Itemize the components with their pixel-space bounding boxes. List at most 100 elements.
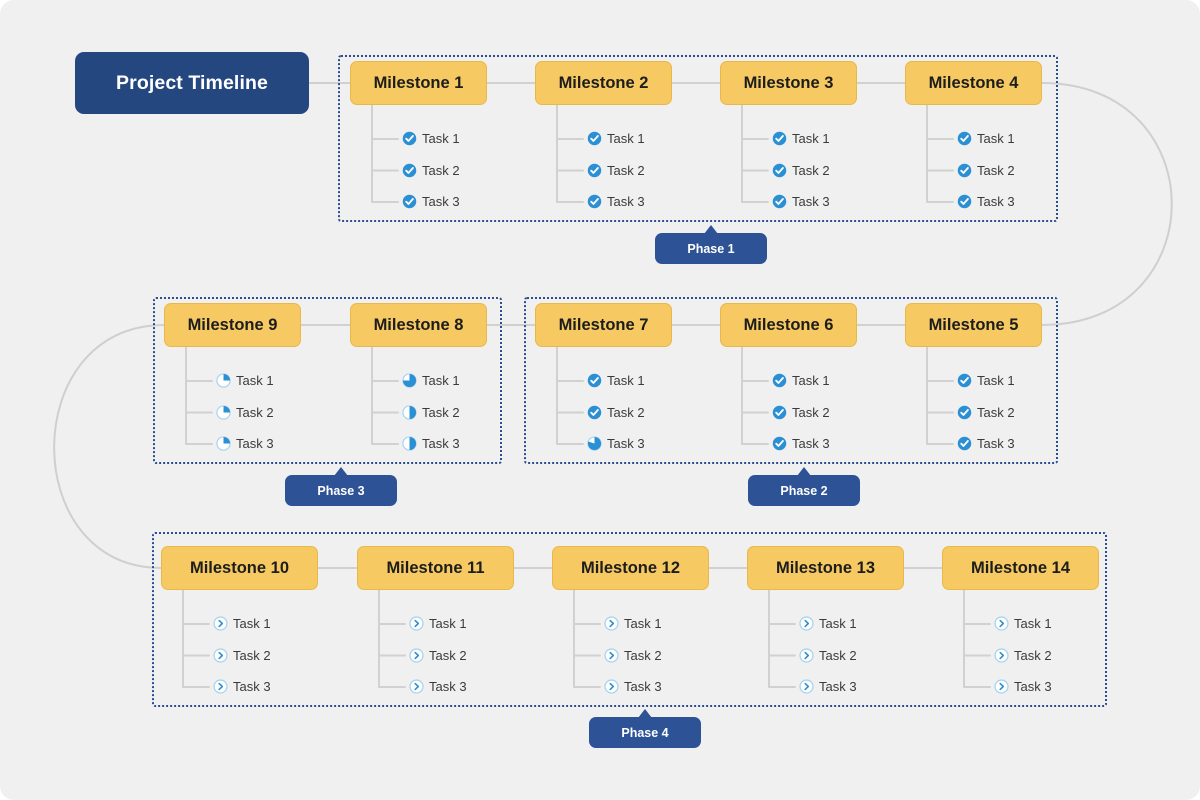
chevron-right-circle-icon (604, 616, 619, 631)
task-item[interactable]: Task 2 (402, 405, 460, 420)
task-item[interactable]: Task 3 (772, 436, 830, 451)
milestone-node[interactable]: Milestone 3 (720, 61, 857, 105)
pie-progress-icon (587, 436, 602, 451)
task-item[interactable]: Task 2 (409, 648, 467, 663)
task-item[interactable]: Task 3 (799, 679, 857, 694)
task-item[interactable]: Task 2 (994, 648, 1052, 663)
task-item[interactable]: Task 2 (587, 163, 645, 178)
root-title-node[interactable]: Project Timeline (75, 52, 309, 114)
task-label: Task 3 (607, 194, 645, 209)
pie-progress-icon (216, 436, 231, 451)
task-item[interactable]: Task 3 (213, 679, 271, 694)
check-circle-icon (957, 131, 972, 146)
task-label: Task 2 (607, 162, 645, 178)
task-item[interactable]: Task 3 (409, 679, 467, 694)
task-item[interactable]: Task 1 (957, 131, 1015, 146)
task-item[interactable]: Task 3 (587, 194, 645, 209)
check-circle-icon (772, 131, 787, 146)
task-item[interactable]: Task 1 (604, 616, 662, 631)
task-label: Task 1 (792, 131, 830, 146)
phase-badge-phase-1[interactable]: Phase 1 (655, 225, 767, 264)
milestone-label: Milestone 2 (558, 73, 649, 92)
task-label: Task 1 (422, 373, 460, 388)
task-item[interactable]: Task 3 (402, 194, 460, 209)
task-item[interactable]: Task 3 (587, 436, 645, 451)
milestone-node[interactable]: Milestone 1 (350, 61, 487, 105)
task-item[interactable]: Task 1 (409, 616, 467, 631)
task-item[interactable]: Task 1 (402, 373, 460, 388)
task-item[interactable]: Task 1 (213, 616, 271, 631)
task-item[interactable]: Task 1 (799, 616, 857, 631)
milestone-node[interactable]: Milestone 7 (535, 303, 672, 347)
check-circle-icon (587, 373, 602, 388)
milestone-node[interactable]: Milestone 8 (350, 303, 487, 347)
task-item[interactable]: Task 2 (604, 648, 662, 663)
task-item[interactable]: Task 2 (402, 163, 460, 178)
task-item[interactable]: Task 2 (799, 648, 857, 663)
milestone-label: Milestone 9 (187, 315, 278, 334)
page-title: Project Timeline (116, 71, 268, 94)
check-circle-icon (772, 373, 787, 388)
task-item[interactable]: Task 2 (213, 648, 271, 663)
milestone-label: Milestone 1 (373, 73, 464, 92)
task-label: Task 3 (624, 679, 662, 694)
task-item[interactable]: Task 3 (216, 436, 274, 451)
milestone-node[interactable]: Milestone 4 (905, 61, 1042, 105)
task-label: Task 2 (429, 647, 467, 663)
pie-progress-icon (216, 373, 231, 388)
task-item[interactable]: Task 2 (772, 163, 830, 178)
chevron-right-circle-icon (994, 679, 1009, 694)
task-item[interactable]: Task 1 (994, 616, 1052, 631)
chevron-right-circle-icon (799, 647, 814, 663)
task-item[interactable]: Task 1 (957, 373, 1015, 388)
task-item[interactable]: Task 3 (772, 194, 830, 209)
task-item[interactable]: Task 3 (402, 436, 460, 451)
milestone-label: Milestone 10 (189, 558, 290, 577)
task-item[interactable]: Task 3 (957, 194, 1015, 209)
task-item[interactable]: Task 3 (994, 679, 1052, 694)
phase-badge-phase-2[interactable]: Phase 2 (748, 467, 860, 506)
task-item[interactable]: Task 1 (772, 131, 830, 146)
task-item[interactable]: Task 3 (604, 679, 662, 694)
task-item[interactable]: Task 2 (957, 405, 1015, 420)
milestone-node[interactable]: Milestone 12 (552, 546, 709, 590)
milestone-node[interactable]: Milestone 5 (905, 303, 1042, 347)
task-item[interactable]: Task 1 (587, 131, 645, 146)
check-circle-icon (772, 405, 787, 419)
task-label: Task 1 (977, 131, 1015, 146)
chevron-right-circle-icon (994, 616, 1009, 631)
task-label: Task 2 (422, 162, 460, 178)
milestone-node[interactable]: Milestone 6 (720, 303, 857, 347)
chevron-right-circle-icon (409, 616, 424, 631)
task-label: Task 3 (429, 679, 467, 694)
phase-badge-label: Phase 4 (621, 725, 669, 740)
task-item[interactable]: Task 1 (216, 373, 274, 388)
milestone-node[interactable]: Milestone 11 (357, 546, 514, 590)
task-item[interactable]: Task 1 (587, 373, 645, 388)
task-item[interactable]: Task 2 (772, 405, 830, 420)
phase-badge-pointer (704, 225, 718, 234)
milestone-node[interactable]: Milestone 14 (942, 546, 1099, 590)
milestone-label: Milestone 4 (928, 73, 1019, 92)
phase-badge-phase-3[interactable]: Phase 3 (285, 467, 397, 506)
milestone-node[interactable]: Milestone 9 (164, 303, 301, 347)
milestone-label: Milestone 12 (580, 558, 681, 577)
task-item[interactable]: Task 3 (957, 436, 1015, 451)
milestone-node[interactable]: Milestone 13 (747, 546, 904, 590)
chevron-right-circle-icon (799, 616, 814, 631)
chevron-right-circle-icon (213, 679, 228, 694)
task-item[interactable]: Task 2 (587, 405, 645, 420)
task-label: Task 3 (607, 436, 645, 451)
phase-badge-phase-4[interactable]: Phase 4 (589, 709, 701, 748)
milestone-node[interactable]: Milestone 10 (161, 546, 318, 590)
milestone-node[interactable]: Milestone 2 (535, 61, 672, 105)
task-item[interactable]: Task 1 (402, 131, 460, 146)
task-item[interactable]: Task 2 (216, 405, 274, 420)
task-label: Task 1 (624, 616, 662, 631)
task-item[interactable]: Task 1 (772, 373, 830, 388)
pie-progress-icon (402, 436, 417, 451)
milestone-label: Milestone 14 (970, 558, 1071, 577)
task-label: Task 2 (977, 404, 1015, 420)
chevron-right-circle-icon (994, 647, 1009, 663)
task-item[interactable]: Task 2 (957, 163, 1015, 178)
